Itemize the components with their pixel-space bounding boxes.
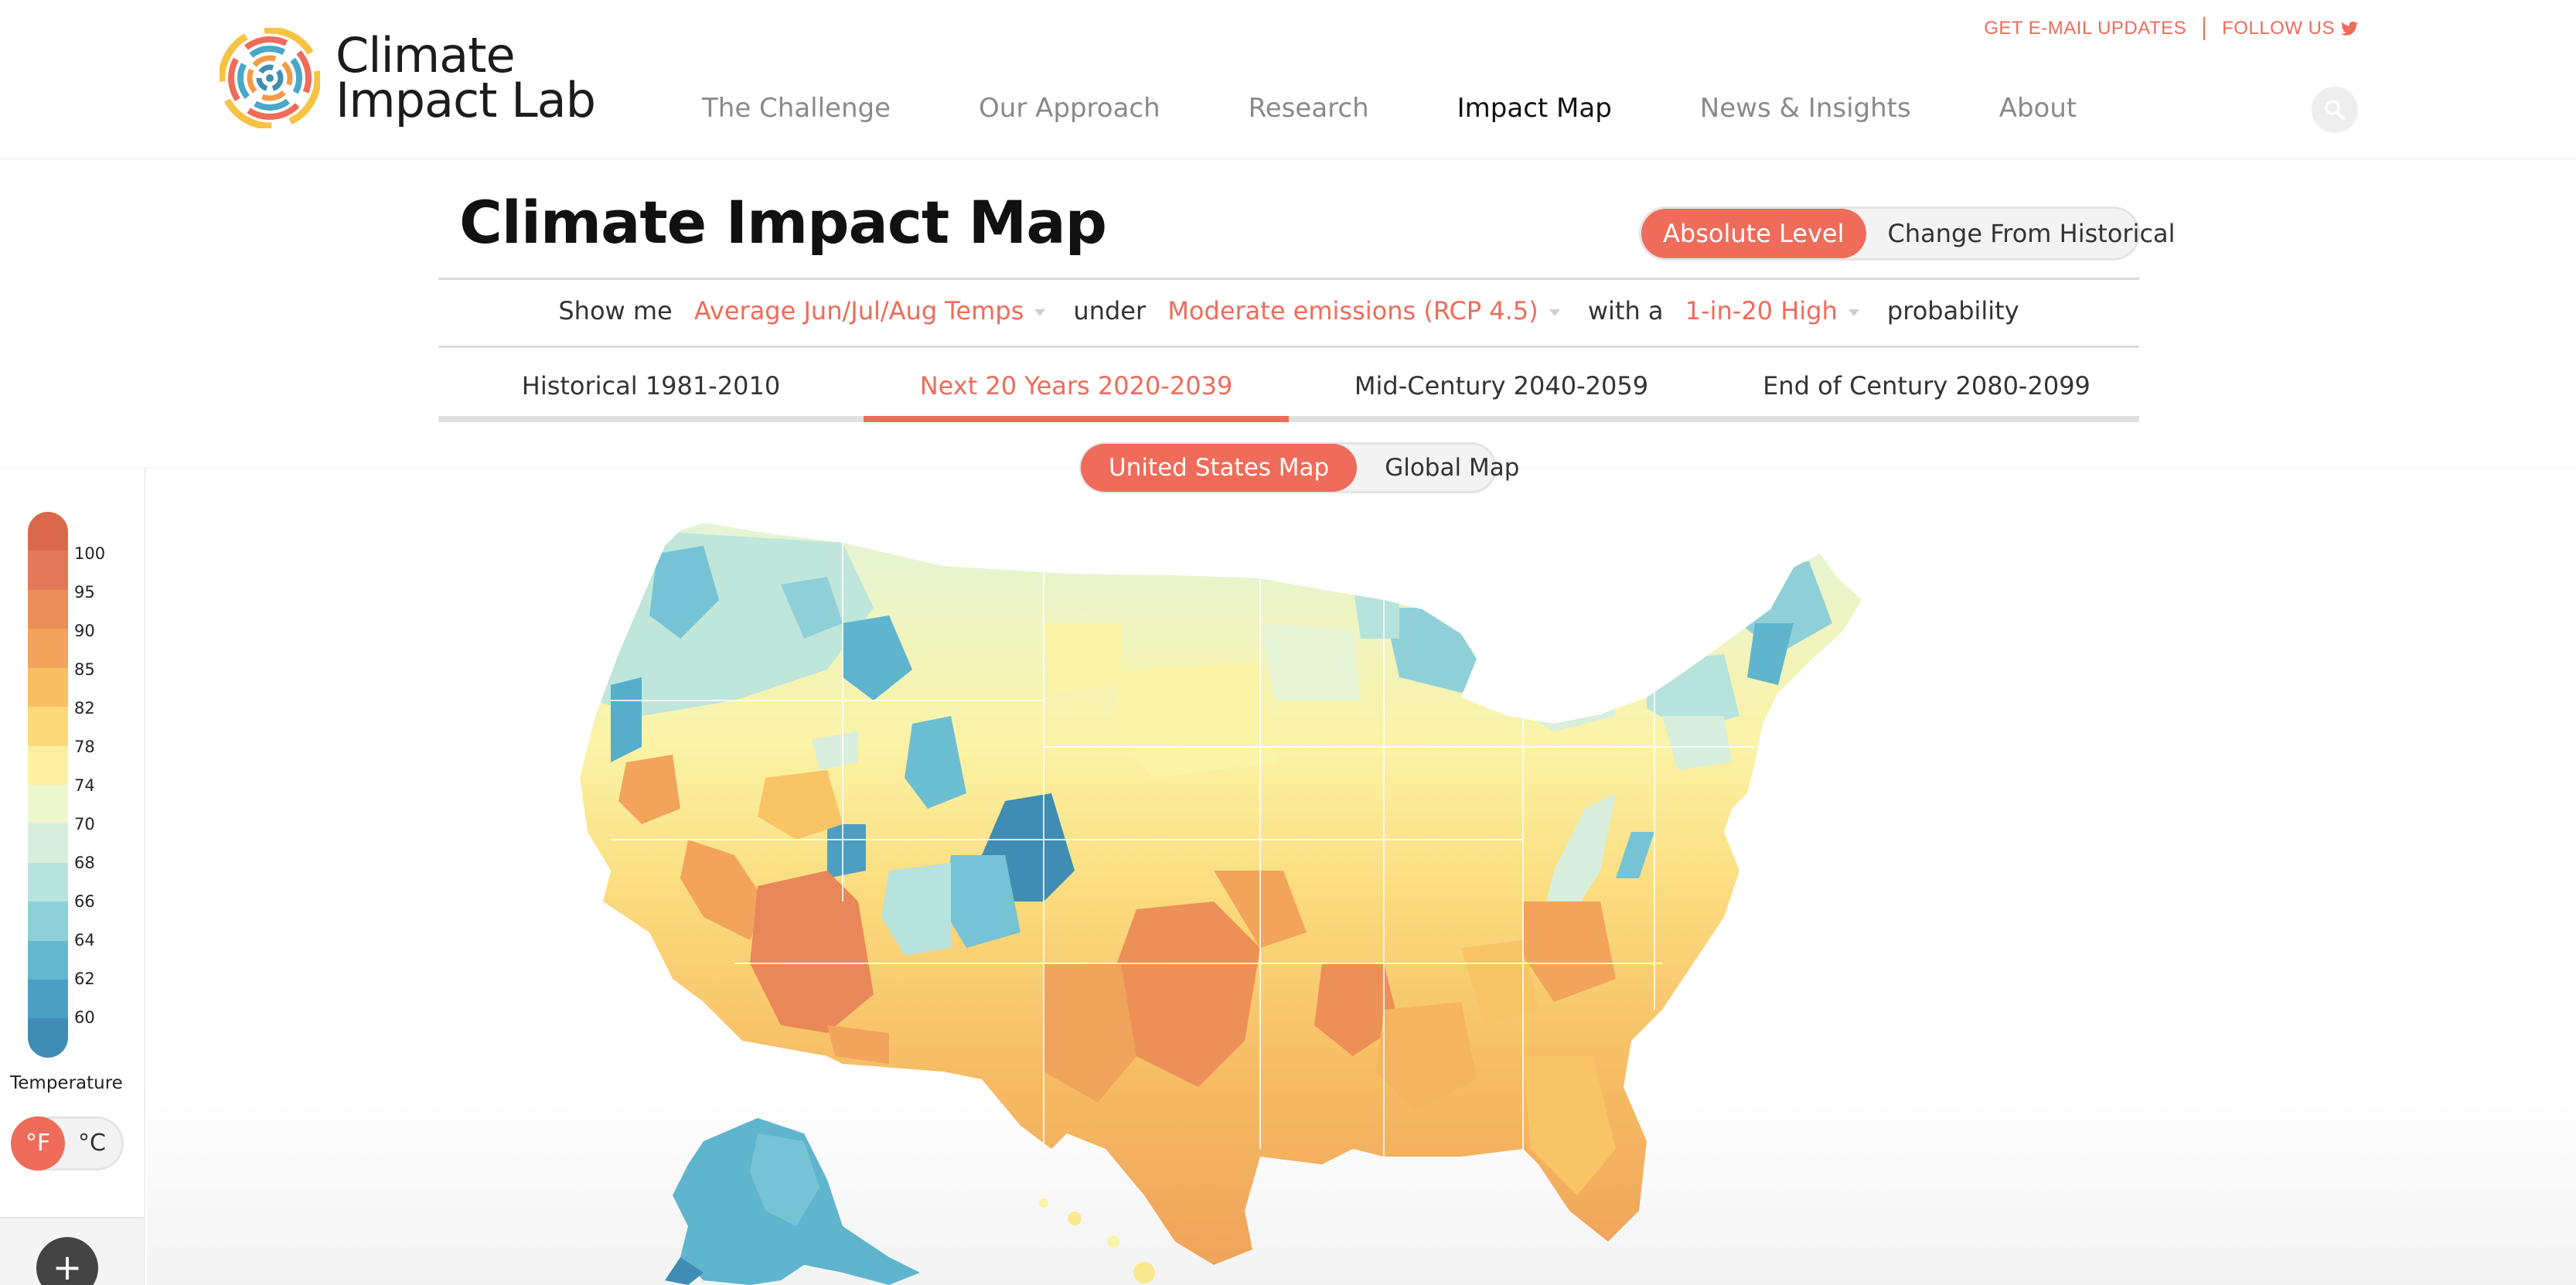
us-map-canvas[interactable]	[147, 469, 2576, 1285]
site-header: Climate Impact Lab GET E-MAIL UPDATES FO…	[0, 0, 2576, 159]
legend-color-step	[28, 512, 68, 551]
us-choropleth-map[interactable]	[147, 469, 2576, 1285]
legend-color-step	[28, 940, 68, 980]
legend-color-step	[28, 629, 68, 668]
legend-color-step	[28, 862, 68, 902]
with-a-label: with a	[1587, 296, 1664, 326]
nav-research[interactable]: Research	[1249, 93, 1369, 124]
absolute-level-option[interactable]: Absolute Level	[1641, 209, 1866, 258]
nav-the-challenge[interactable]: The Challenge	[702, 93, 891, 124]
legend-color-step	[28, 902, 68, 941]
legend-color-step	[28, 745, 68, 785]
probability-label: probability	[1886, 296, 2019, 326]
legend-tick: 74	[74, 776, 95, 795]
scenario-dropdown[interactable]: Moderate emissions (RCP 4.5)	[1167, 296, 1538, 326]
page-title: Climate Impact Map	[459, 188, 1107, 257]
zoom-in-button[interactable]: +	[36, 1237, 98, 1285]
celsius-option[interactable]: °C	[65, 1116, 119, 1171]
top-links: GET E-MAIL UPDATES FOLLOW US	[1984, 17, 2358, 40]
nav-our-approach[interactable]: Our Approach	[979, 93, 1160, 124]
level-toggle: Absolute Level Change From Historical	[1639, 206, 2176, 261]
legend-tick: 95	[74, 583, 95, 602]
map-type-toggle: United States Map Global Map	[1079, 442, 1519, 493]
tab-end-of-century[interactable]: End of Century 2080-2099	[1714, 357, 2139, 416]
main-nav: The Challenge Our Approach Research Impa…	[702, 93, 2165, 124]
hawaii-island[interactable]	[1068, 1212, 1082, 1225]
map-controls-panel: Climate Impact Map Absolute Level Change…	[0, 160, 2576, 468]
legend-tick: 78	[74, 738, 95, 756]
under-label: under	[1073, 296, 1147, 326]
unit-toggle: °F °C	[11, 1116, 124, 1171]
nav-news-insights[interactable]: News & Insights	[1700, 93, 1911, 124]
site-logo[interactable]: Climate Impact Lab	[220, 28, 596, 128]
chevron-down-icon	[1549, 308, 1560, 316]
hawaii-island[interactable]	[1133, 1262, 1155, 1283]
tab-mid-century[interactable]: Mid-Century 2040-2059	[1289, 357, 1714, 416]
legend-tick: 64	[74, 931, 95, 949]
variable-dropdown[interactable]: Average Jun/Jul/Aug Temps	[694, 296, 1024, 326]
change-from-historical-option[interactable]: Change From Historical	[1866, 209, 2197, 258]
legend-panel: 100 95 90 85 82 78 74 70 68 66 64 62 60 …	[0, 469, 145, 1285]
legend-color-step	[28, 823, 68, 863]
query-sentence: Show me Average Jun/Jul/Aug Temps under …	[438, 296, 2139, 326]
legend-tick: 60	[74, 1008, 95, 1027]
search-icon	[2325, 100, 2345, 120]
tab-historical[interactable]: Historical 1981-2010	[438, 357, 864, 416]
logo-line-2: Impact Lab	[336, 72, 596, 128]
legend-tick: 70	[74, 815, 95, 833]
legend-color-step	[28, 667, 68, 707]
legend-color-step	[28, 589, 68, 629]
legend-title: Temperature	[10, 1073, 123, 1093]
legend-tick: 68	[74, 854, 95, 872]
legend-tick: 66	[74, 892, 95, 911]
chevron-down-icon	[1034, 308, 1046, 316]
hawaii-island[interactable]	[1107, 1236, 1119, 1248]
period-tabs: Historical 1981-2010 Next 20 Years 2020-…	[438, 357, 2139, 422]
legend-tick: 85	[74, 660, 95, 679]
chevron-down-icon	[1848, 308, 1859, 316]
legend-color-step	[28, 784, 68, 824]
legend-color-step	[28, 980, 68, 1019]
legend-tick: 90	[74, 622, 95, 640]
fahrenheit-option[interactable]: °F	[11, 1116, 65, 1171]
global-map-option[interactable]: Global Map	[1357, 444, 1547, 492]
legend-footer: +	[0, 1217, 144, 1285]
follow-us-link[interactable]: FOLLOW US	[2222, 18, 2335, 39]
legend-color-step	[28, 1018, 68, 1058]
nav-about[interactable]: About	[1999, 93, 2077, 124]
hawaii-island[interactable]	[1039, 1198, 1048, 1208]
top-links-divider	[2203, 17, 2206, 40]
twitter-icon[interactable]	[2341, 21, 2358, 36]
legend-tick: 100	[74, 544, 106, 563]
united-states-map-option[interactable]: United States Map	[1081, 444, 1358, 492]
legend-color-step	[28, 707, 68, 746]
legend-color-step	[28, 550, 68, 590]
email-updates-link[interactable]: GET E-MAIL UPDATES	[1984, 18, 2186, 39]
tab-next-20-years[interactable]: Next 20 Years 2020-2039	[864, 357, 1289, 422]
likelihood-dropdown[interactable]: 1-in-20 High	[1685, 296, 1838, 326]
logo-wordmark: Climate Impact Lab	[336, 32, 596, 128]
divider-middle	[438, 346, 2139, 348]
climate-impact-lab-logo-icon	[220, 28, 320, 128]
nav-impact-map[interactable]: Impact Map	[1457, 93, 1612, 124]
show-me-label: Show me	[558, 296, 673, 326]
search-button[interactable]	[2312, 87, 2358, 133]
divider-top	[438, 278, 2139, 280]
legend-tick: 82	[74, 699, 95, 717]
legend-tick: 62	[74, 970, 95, 988]
temperature-color-scale	[28, 512, 68, 1058]
